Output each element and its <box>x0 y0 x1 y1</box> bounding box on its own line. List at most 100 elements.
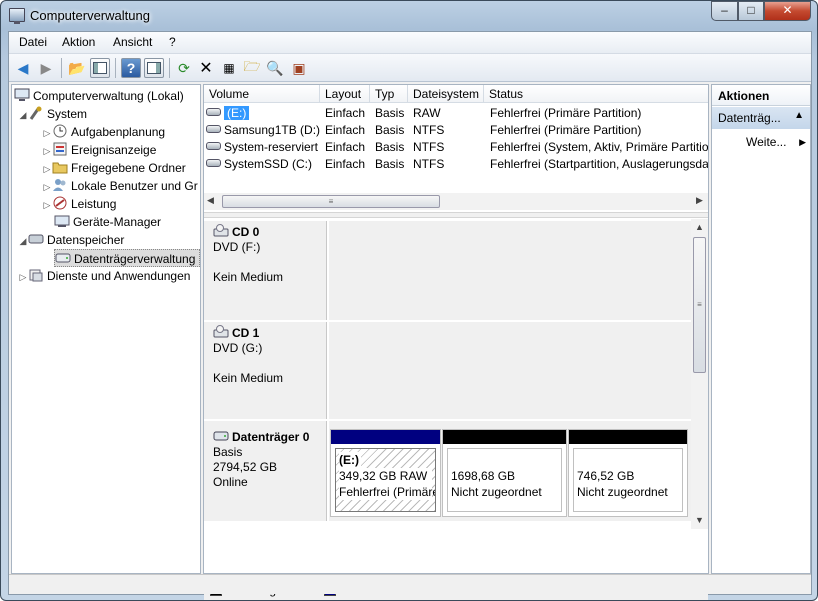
tree-item-aufgabenplanung[interactable]: ▷ Aufgabenplanung <box>42 123 165 141</box>
disk-label-cd1[interactable]: CD 1 DVD (G:) Kein Medium <box>204 322 327 419</box>
tools-icon <box>28 106 44 120</box>
drive-icon <box>206 142 221 150</box>
minimize-button[interactable]: – <box>711 1 738 21</box>
volume-type: Basis <box>375 140 405 154</box>
graph-vertical-scrollbar[interactable]: ▲ ≡ ▼ <box>691 219 708 529</box>
expand-arrow-icon[interactable]: ▷ <box>42 178 52 196</box>
disk-properties-icon[interactable]: ▣ <box>289 58 309 78</box>
disk-name: CD 0 <box>232 225 260 239</box>
volume-status: Fehlerfrei (Primäre Partition) <box>490 106 642 120</box>
partition-unallocated-1[interactable]: 1698,68 GB Nicht zugeordnet <box>442 429 567 517</box>
partition-title: (E:) <box>339 452 361 468</box>
partition-content: (E:) 349,32 GB RAW Fehlerfrei (Primäre <box>335 448 436 512</box>
show-hide-action-pane-icon[interactable] <box>144 58 164 78</box>
scroll-left-icon[interactable]: ◀ <box>207 195 214 206</box>
title-bar[interactable]: Computerverwaltung – □ ✕ <box>1 1 817 31</box>
volume-status: Fehlerfrei (Startpartition, Auslagerungs… <box>490 157 708 171</box>
tree-item-datenspeicher[interactable]: ◢ Datenspeicher <box>18 231 125 250</box>
refresh-icon[interactable]: ⟳ <box>174 58 194 78</box>
collapse-up-icon[interactable]: ▲ <box>794 110 804 121</box>
partition-unallocated-2[interactable]: 746,52 GB Nicht zugeordnet <box>568 429 688 517</box>
disk-name: CD 1 <box>232 326 260 340</box>
tree-label: Dienste und Anwendungen <box>47 269 191 283</box>
device-manager-icon <box>54 214 70 228</box>
actions-group-label: Datenträg... <box>718 111 781 125</box>
tree-label: Leistung <box>71 197 117 211</box>
tree-item-benutzer[interactable]: ▷ Lokale Benutzer und Gr <box>42 177 198 195</box>
tree-label: Datenspeicher <box>47 233 125 247</box>
collapse-arrow-icon[interactable]: ◢ <box>18 232 28 250</box>
users-icon <box>52 178 68 192</box>
tree-item-leistung[interactable]: ▷ Leistung <box>42 195 116 213</box>
scroll-thumb[interactable]: ≡ <box>693 237 706 373</box>
tree-item-datentraegerverwaltung[interactable]: Datenträgerverwaltung <box>54 249 201 267</box>
collapse-arrow-icon[interactable]: ◢ <box>18 106 28 124</box>
expand-arrow-icon[interactable]: ▷ <box>42 142 52 160</box>
submenu-arrow-icon: ▶ <box>799 137 806 147</box>
column-header-dateisystem[interactable]: Dateisystem <box>408 85 484 103</box>
table-row[interactable]: System-reserviert Einfach Basis NTFS Feh… <box>204 139 708 156</box>
back-arrow-icon[interactable]: ◀ <box>13 58 33 78</box>
column-header-typ[interactable]: Typ <box>370 85 408 103</box>
scroll-down-icon[interactable]: ▼ <box>695 515 704 525</box>
delete-icon[interactable]: ✕ <box>196 58 216 78</box>
tree-item-freigaben[interactable]: ▷ Freigegebene Ordner <box>42 159 186 177</box>
expand-arrow-icon[interactable]: ▷ <box>42 160 52 178</box>
column-header-volume[interactable]: Volume <box>204 85 320 103</box>
partition-e[interactable]: (E:) 349,32 GB RAW Fehlerfrei (Primäre <box>330 429 441 517</box>
expand-arrow-icon[interactable]: ▷ <box>42 196 52 214</box>
scroll-right-icon[interactable]: ▶ <box>696 195 703 206</box>
computer-icon <box>14 88 30 102</box>
disk-area-cd0[interactable] <box>329 221 691 320</box>
close-button[interactable]: ✕ <box>764 1 811 21</box>
tree-item-dienste[interactable]: ▷ Dienste und Anwendungen <box>18 267 191 286</box>
menu-datei[interactable]: Datei <box>19 35 47 49</box>
tree-label: Lokale Benutzer und Gr <box>71 179 198 193</box>
tree-item-geraete-manager[interactable]: Geräte-Manager <box>54 213 161 231</box>
volume-list-horizontal-scrollbar[interactable]: ◀ ≡ ▶ <box>204 193 708 210</box>
scroll-up-icon[interactable]: ▲ <box>695 222 704 232</box>
actions-group-header[interactable]: Datenträg... ▲ <box>712 107 810 129</box>
volume-name: System-reserviert <box>224 140 319 154</box>
volume-name: (E:) <box>224 106 250 120</box>
tree-label: Ereignisanzeige <box>71 143 157 157</box>
tree-item-system[interactable]: ◢ System <box>18 105 87 123</box>
volume-name: Samsung1TB (D:) <box>224 123 320 137</box>
disk-label-cd0[interactable]: CD 0 DVD (F:) Kein Medium <box>204 221 327 320</box>
action-more[interactable]: Weite... ▶ <box>746 135 808 149</box>
scroll-thumb[interactable]: ≡ <box>222 195 440 208</box>
disk-name: Datenträger 0 <box>232 430 310 444</box>
column-header-layout[interactable]: Layout <box>320 85 370 103</box>
disk-size <box>213 356 326 371</box>
storage-icon <box>28 232 44 246</box>
table-row[interactable]: Samsung1TB (D:) Einfach Basis NTFS Fehle… <box>204 122 708 139</box>
event-viewer-icon <box>52 142 68 156</box>
disk-size: 2794,52 GB <box>213 460 278 474</box>
maximize-button[interactable]: □ <box>738 1 764 21</box>
expand-arrow-icon[interactable]: ▷ <box>18 268 28 286</box>
disk-label-disk0[interactable]: Datenträger 0 Basis 2794,52 GB Online <box>204 421 327 521</box>
forward-arrow-icon[interactable]: ▶ <box>36 58 56 78</box>
action-more-label: Weite... <box>746 135 787 149</box>
up-folder-icon[interactable]: 📂 <box>67 58 87 78</box>
menu-aktion[interactable]: Aktion <box>62 35 95 49</box>
table-row[interactable]: (E:) Einfach Basis RAW Fehlerfrei (Primä… <box>204 105 708 122</box>
search-icon[interactable]: 🔍 <box>265 58 285 78</box>
disk-area-cd1[interactable] <box>329 322 691 419</box>
cd-drive-icon <box>213 325 229 339</box>
expand-arrow-icon[interactable]: ▷ <box>42 124 52 142</box>
tree-item-ereignisanzeige[interactable]: ▷ Ereignisanzeige <box>42 141 156 159</box>
volume-status: Fehlerfrei (Primäre Partition) <box>490 123 642 137</box>
pane-splitter[interactable] <box>204 212 708 218</box>
table-row[interactable]: SystemSSD (C:) Einfach Basis NTFS Fehler… <box>204 156 708 173</box>
help-icon[interactable]: ? <box>121 58 141 78</box>
tree-item-root[interactable]: Computerverwaltung (Lokal) <box>14 87 184 105</box>
column-header-status[interactable]: Status <box>484 85 708 103</box>
show-hide-tree-icon[interactable] <box>90 58 110 78</box>
properties-icon[interactable]: ▦ <box>219 58 239 78</box>
volume-filesystem: NTFS <box>413 140 445 154</box>
menu-help[interactable]: ? <box>169 35 176 49</box>
partition-title <box>577 452 679 468</box>
menu-ansicht[interactable]: Ansicht <box>113 35 152 49</box>
open-folder-icon[interactable]: 🗁 <box>242 58 262 78</box>
